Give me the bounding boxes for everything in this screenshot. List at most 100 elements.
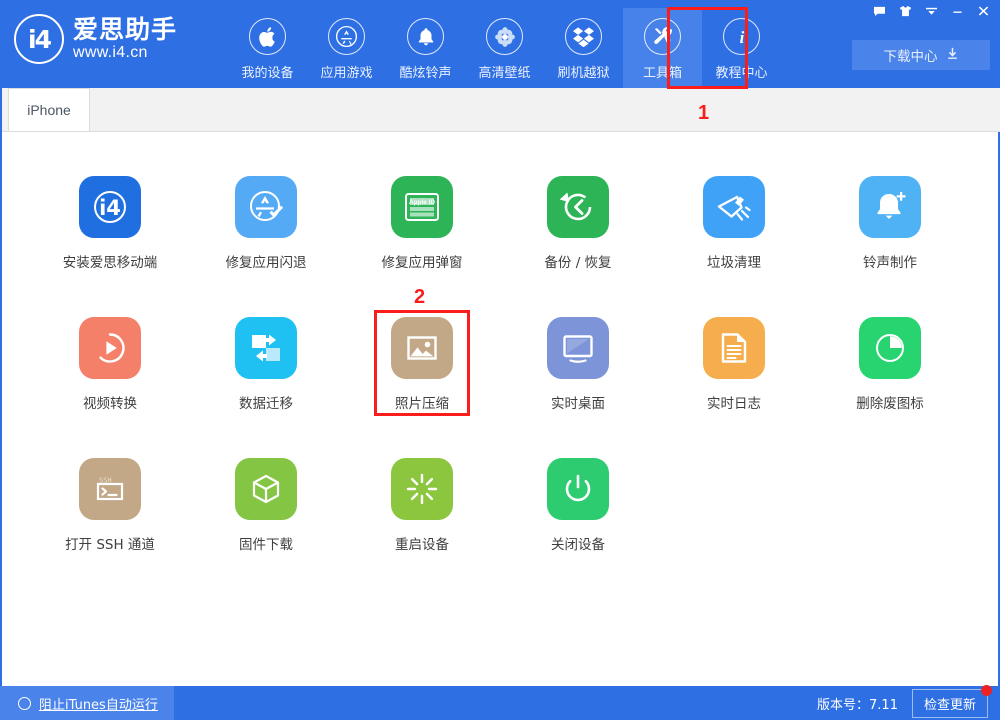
message-icon[interactable]: [866, 0, 892, 22]
tool-item-install-i4-mobile[interactable]: i4 安装爱思移动端: [32, 156, 188, 297]
i4-app-icon: i4: [79, 176, 141, 238]
minimize-icon[interactable]: [944, 0, 970, 22]
tool-item-junk-clean[interactable]: 垃圾清理: [656, 156, 812, 297]
tool-label: 固件下载: [239, 533, 293, 553]
brand-url: www.i4.cn: [73, 45, 177, 61]
nav-item-wallpapers[interactable]: 高清壁纸: [465, 8, 544, 88]
tool-item-fix-app-popup[interactable]: Apple ID 修复应用弹窗: [344, 156, 500, 297]
toolbox-content: i4 安装爱思移动端 修复应用闪退 Apple ID: [0, 132, 1000, 686]
document-icon: [703, 317, 765, 379]
tool-label: 修复应用弹窗: [382, 251, 463, 271]
photo-icon: [391, 317, 453, 379]
tool-label: 数据迁移: [239, 392, 293, 412]
block-itunes-toggle[interactable]: 阻止iTunes自动运行: [0, 686, 174, 720]
close-icon[interactable]: [970, 0, 996, 22]
dropbox-flash-icon: [565, 18, 602, 55]
download-center-label: 下载中心: [884, 45, 938, 65]
pie-icon: [859, 317, 921, 379]
check-update-label: 检查更新: [924, 698, 976, 713]
appstore-fix-icon: [235, 176, 297, 238]
window-controls: [866, 0, 996, 22]
app-logo: i4 爱思助手 www.i4.cn: [14, 14, 177, 64]
tool-item-photo-compress[interactable]: 照片压缩: [344, 297, 500, 438]
tool-label: 备份 / 恢复: [544, 251, 611, 271]
menu-dropdown-icon[interactable]: [918, 0, 944, 22]
brand-name: 爱思助手: [73, 17, 177, 42]
version-label: 版本号：7.11: [817, 694, 898, 713]
svg-text:Apple ID: Apple ID: [409, 199, 435, 206]
tool-label: 实时桌面: [551, 392, 605, 412]
radio-circle-icon: [18, 697, 31, 710]
appstore-icon: [328, 18, 365, 55]
svg-text:i: i: [739, 27, 744, 46]
ssh-terminal-icon: SSH: [79, 458, 141, 520]
bell-plus-icon: [859, 176, 921, 238]
status-bar-right: 版本号：7.11 检查更新: [817, 689, 988, 718]
tool-label: 垃圾清理: [707, 251, 761, 271]
tool-item-shutdown-device[interactable]: 关闭设备: [500, 438, 656, 579]
bell-icon: [407, 18, 444, 55]
nav-label: 工具箱: [643, 62, 682, 81]
info-icon: i: [723, 18, 760, 55]
tool-item-empty-1: [656, 438, 812, 579]
svg-text:i4: i4: [99, 196, 121, 220]
tool-label: 打开 SSH 通道: [65, 533, 155, 553]
nav-item-flash-jailbreak[interactable]: 刷机越狱: [544, 8, 623, 88]
nav-label: 酷炫铃声: [399, 62, 451, 81]
app-header: i4 爱思助手 www.i4.cn 我的设备 应用游戏: [0, 0, 1000, 88]
i4-assistant-window: i4 爱思助手 www.i4.cn 我的设备 应用游戏: [0, 0, 1000, 720]
tool-item-remove-dead-icons[interactable]: 删除废图标: [812, 297, 968, 438]
tool-label: 安装爱思移动端: [63, 251, 158, 271]
i4-logo-icon: i4: [14, 14, 64, 64]
tab-iphone[interactable]: iPhone: [8, 88, 90, 131]
tool-item-realtime-log[interactable]: 实时日志: [656, 297, 812, 438]
tool-label: 视频转换: [83, 392, 137, 412]
download-arrow-icon: [946, 47, 959, 64]
tool-item-firmware-download[interactable]: 固件下载: [188, 438, 344, 579]
tool-item-backup-restore[interactable]: 备份 / 恢复: [500, 156, 656, 297]
update-badge-dot: [981, 685, 992, 696]
apple-id-icon: Apple ID: [391, 176, 453, 238]
flower-wallpaper-icon: [486, 18, 523, 55]
nav-item-toolbox[interactable]: 工具箱: [623, 8, 702, 88]
nav-item-tutorials[interactable]: i 教程中心: [702, 8, 781, 88]
download-center-button[interactable]: 下载中心: [852, 40, 990, 70]
tool-label: 实时日志: [707, 392, 761, 412]
nav-label: 刷机越狱: [557, 62, 609, 81]
tool-label: 重启设备: [395, 533, 449, 553]
skin-icon[interactable]: [892, 0, 918, 22]
tool-label: 铃声制作: [863, 251, 917, 271]
tool-label: 修复应用闪退: [226, 251, 307, 271]
tool-item-ringtone-maker[interactable]: 铃声制作: [812, 156, 968, 297]
tool-item-reboot-device[interactable]: 重启设备: [344, 438, 500, 579]
video-play-icon: [79, 317, 141, 379]
migrate-icon: [235, 317, 297, 379]
tool-item-data-migration[interactable]: 数据迁移: [188, 297, 344, 438]
tool-label: 关闭设备: [551, 533, 605, 553]
tool-item-video-convert[interactable]: 视频转换: [32, 297, 188, 438]
tool-item-open-ssh[interactable]: SSH 打开 SSH 通道: [32, 438, 188, 579]
nav-item-my-device[interactable]: 我的设备: [228, 8, 307, 88]
main-navigation: 我的设备 应用游戏 酷炫铃声: [228, 8, 781, 88]
block-itunes-label[interactable]: 阻止iTunes自动运行: [39, 694, 158, 713]
nav-item-apps-games[interactable]: 应用游戏: [307, 8, 386, 88]
nav-label: 教程中心: [715, 62, 767, 81]
broom-icon: [703, 176, 765, 238]
check-update-button[interactable]: 检查更新: [912, 689, 988, 718]
device-tab-strip: iPhone: [0, 88, 1000, 132]
nav-label: 高清壁纸: [478, 62, 530, 81]
tool-item-fix-app-crash[interactable]: 修复应用闪退: [188, 156, 344, 297]
power-icon: [547, 458, 609, 520]
tool-item-realtime-desktop[interactable]: 实时桌面: [500, 297, 656, 438]
nav-item-ringtones[interactable]: 酷炫铃声: [386, 8, 465, 88]
tool-label: 照片压缩: [395, 392, 449, 412]
cube-icon: [235, 458, 297, 520]
restore-icon: [547, 176, 609, 238]
tool-label: 删除废图标: [856, 392, 924, 412]
nav-label: 应用游戏: [320, 62, 372, 81]
status-bar: 阻止iTunes自动运行 版本号：7.11 检查更新: [0, 686, 1000, 720]
apple-icon: [249, 18, 286, 55]
reboot-icon: [391, 458, 453, 520]
tab-label: iPhone: [27, 102, 71, 118]
tool-grid: i4 安装爱思移动端 修复应用闪退 Apple ID: [2, 156, 998, 579]
